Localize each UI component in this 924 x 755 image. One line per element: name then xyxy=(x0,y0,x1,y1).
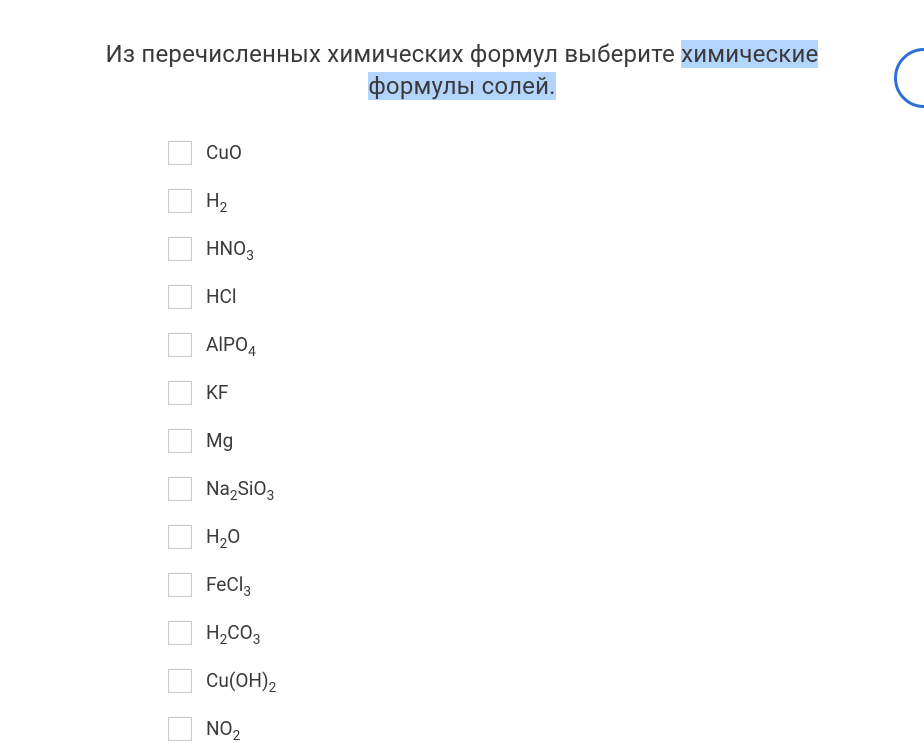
options-list: CuO H2 HNO3 HCl AlPO4 KF Mg Na2SiO3 H2O FeCl3 H2CO… xyxy=(168,141,924,741)
option-row: H2 xyxy=(168,189,924,213)
option-checkbox[interactable] xyxy=(168,669,192,693)
option-checkbox[interactable] xyxy=(168,237,192,261)
option-checkbox[interactable] xyxy=(168,381,192,405)
option-row: AlPO4 xyxy=(168,333,924,357)
option-row: CuO xyxy=(168,141,924,165)
option-row: Cu(OH)2 xyxy=(168,669,924,693)
option-checkbox[interactable] xyxy=(168,141,192,165)
option-row: KF xyxy=(168,381,924,405)
option-row: NO2 xyxy=(168,717,924,741)
option-formula: CuO xyxy=(206,143,242,162)
option-row: HCl xyxy=(168,285,924,309)
option-checkbox[interactable] xyxy=(168,525,192,549)
option-checkbox[interactable] xyxy=(168,717,192,741)
question-text: Из перечисленных химических формул выбер… xyxy=(0,0,924,103)
option-formula: H2O xyxy=(206,527,240,546)
option-formula: Na2SiO3 xyxy=(206,479,274,498)
question-prefix: Из перечисленных химических формул выбер… xyxy=(106,40,682,68)
option-row: H2O xyxy=(168,525,924,549)
option-checkbox[interactable] xyxy=(168,573,192,597)
option-row: Mg xyxy=(168,429,924,453)
option-formula: H2CO3 xyxy=(206,623,260,642)
option-checkbox[interactable] xyxy=(168,621,192,645)
option-formula: Mg xyxy=(206,431,233,450)
option-formula: H2 xyxy=(206,191,227,210)
option-formula: NO2 xyxy=(206,719,240,738)
option-formula: Cu(OH)2 xyxy=(206,671,276,690)
option-checkbox[interactable] xyxy=(168,189,192,213)
question-highlight-1: химические xyxy=(681,40,818,68)
option-formula: AlPO4 xyxy=(206,335,256,354)
option-checkbox[interactable] xyxy=(168,429,192,453)
option-row: FeCl3 xyxy=(168,573,924,597)
option-checkbox[interactable] xyxy=(168,477,192,501)
option-formula: HNO3 xyxy=(206,239,254,258)
option-formula: HCl xyxy=(206,287,237,306)
option-row: HNO3 xyxy=(168,237,924,261)
option-row: H2CO3 xyxy=(168,621,924,645)
option-formula: KF xyxy=(206,383,228,402)
option-checkbox[interactable] xyxy=(168,285,192,309)
option-checkbox[interactable] xyxy=(168,333,192,357)
question-highlight-2: формулы солей. xyxy=(368,72,555,100)
option-formula: FeCl3 xyxy=(206,575,251,594)
option-row: Na2SiO3 xyxy=(168,477,924,501)
